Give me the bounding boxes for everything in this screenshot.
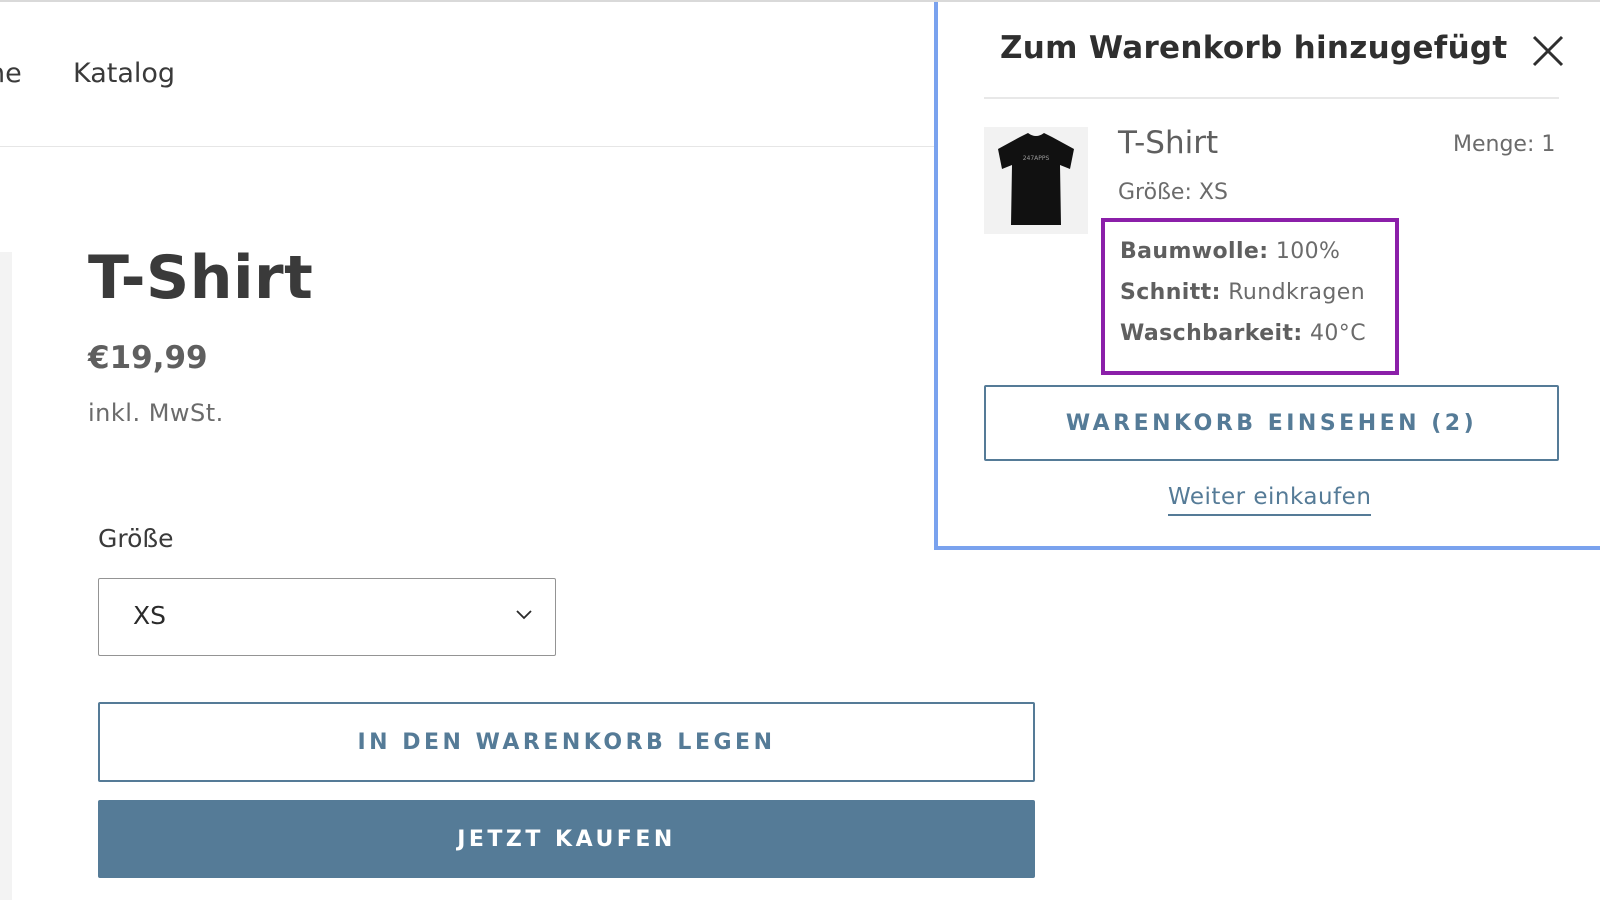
chevron-down-icon (516, 610, 532, 620)
property-row: Schnitt: Rundkragen (1120, 280, 1365, 305)
nav-item-home[interactable]: ne (0, 58, 22, 89)
nav-item-catalog[interactable]: Katalog (73, 58, 175, 89)
popup-divider (984, 97, 1559, 99)
popup-title: Zum Warenkorb hinzugefügt (1000, 30, 1508, 66)
size-select-value: XS (133, 601, 166, 630)
property-row: Waschbarkeit: 40°C (1120, 321, 1366, 346)
property-key: Baumwolle: (1120, 239, 1269, 264)
size-label: Größe (98, 524, 174, 553)
property-value: 100% (1275, 239, 1341, 264)
size-select[interactable]: XS (98, 578, 556, 656)
product-price: €19,99 (88, 340, 208, 376)
property-key: Waschbarkeit: (1120, 321, 1303, 346)
property-value: 40°C (1310, 321, 1366, 346)
view-cart-button[interactable]: WARENKORB EINSEHEN (2) (984, 385, 1559, 461)
tshirt-image: 247APPS (998, 133, 1074, 225)
buy-now-button[interactable]: JETZT KAUFEN (98, 800, 1035, 878)
property-key: Schnitt: (1120, 280, 1221, 305)
cart-item-quantity: Menge: 1 (1453, 132, 1556, 157)
close-icon[interactable] (1530, 33, 1566, 69)
tshirt-print-text: 247APPS (1023, 155, 1050, 162)
continue-shopping-link[interactable]: Weiter einkaufen (1168, 484, 1372, 516)
product-thumbnail: 247APPS (984, 127, 1088, 234)
property-value: Rundkragen (1228, 280, 1366, 305)
property-row: Baumwolle: 100% (1120, 239, 1340, 264)
product-title: T-Shirt (88, 243, 314, 313)
cart-item-name: T-Shirt (1118, 125, 1219, 161)
add-to-cart-button[interactable]: IN DEN WARENKORB LEGEN (98, 702, 1035, 782)
cart-item-size: Größe: XS (1118, 180, 1228, 205)
product-image-edge (0, 252, 12, 900)
item-properties-highlight: Baumwolle: 100% Schnitt: Rundkragen Wasc… (1101, 218, 1399, 375)
cart-notification-popup: Zum Warenkorb hinzugefügt 247APPS T-Shir… (934, 2, 1600, 550)
tax-note: inkl. MwSt. (88, 399, 224, 427)
